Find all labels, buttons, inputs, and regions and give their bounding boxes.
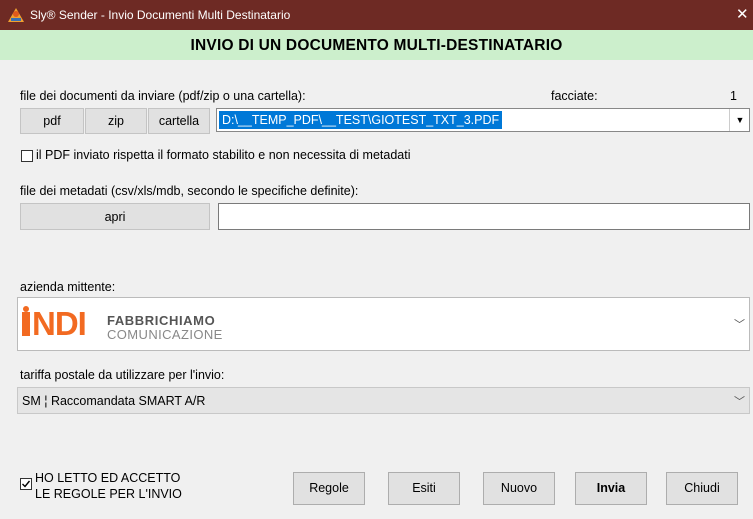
app-icon <box>8 8 24 22</box>
sender-logo: NDI FABBRICHIAMO COMUNICAZIONE <box>22 306 242 344</box>
accept-rules-line2: LE REGOLE PER L'INVIO <box>35 487 182 501</box>
results-button[interactable]: Esiti <box>388 472 460 505</box>
logo-main: NDI <box>32 305 87 342</box>
close-button[interactable]: Chiudi <box>666 472 738 505</box>
title-bar: Sly® Sender - Invio Documenti Multi Dest… <box>0 0 753 30</box>
pdf-button[interactable]: pdf <box>20 108 84 134</box>
new-button[interactable]: Nuovo <box>483 472 555 505</box>
documents-label: file dei documenti da inviare (pdf/zip o… <box>20 89 306 103</box>
document-path-combo[interactable]: D:\__TEMP_PDF\__TEST\GIOTEST_TXT_3.PDF ▼ <box>216 108 750 132</box>
pdf-format-label: il PDF inviato rispetta il formato stabi… <box>36 148 411 162</box>
logo-bar <box>22 312 30 336</box>
chevron-down-icon[interactable]: ﹀ <box>734 393 745 409</box>
document-path-value[interactable]: D:\__TEMP_PDF\__TEST\GIOTEST_TXT_3.PDF <box>219 111 503 129</box>
pages-label: facciate: <box>551 89 598 103</box>
accept-rules-checkbox[interactable] <box>20 478 32 490</box>
pages-value: 1 <box>730 89 737 103</box>
page-title: INVIO DI UN DOCUMENTO MULTI-DESTINATARIO <box>0 30 753 60</box>
tariff-select[interactable]: SM ¦ Raccomandata SMART A/R ﹀ <box>17 387 750 414</box>
chevron-down-icon[interactable]: ﹀ <box>734 316 745 332</box>
metadata-label: file dei metadati (csv/xls/mdb, secondo … <box>20 184 359 198</box>
folder-button[interactable]: cartella <box>148 108 210 134</box>
pdf-format-checkbox[interactable] <box>21 150 33 162</box>
tariff-selected: SM ¦ Raccomandata SMART A/R <box>22 394 206 408</box>
sender-label: azienda mittente: <box>20 280 116 294</box>
check-icon <box>22 480 31 488</box>
close-icon[interactable]: ✕ <box>736 5 749 23</box>
zip-button[interactable]: zip <box>85 108 147 134</box>
sender-combo[interactable]: NDI FABBRICHIAMO COMUNICAZIONE ﹀ <box>17 297 750 351</box>
metadata-path-field[interactable] <box>218 203 750 230</box>
logo-line2: COMUNICAZIONE <box>107 327 223 342</box>
rules-button[interactable]: Regole <box>293 472 365 505</box>
dropdown-arrow-icon[interactable]: ▼ <box>729 109 750 131</box>
accept-rules-line1: HO LETTO ED ACCETTO <box>35 471 181 485</box>
open-metadata-button[interactable]: apri <box>20 203 210 230</box>
logo-line1: FABBRICHIAMO <box>107 313 216 328</box>
tariff-label: tariffa postale da utilizzare per l'invi… <box>20 368 225 382</box>
logo-dot <box>23 306 29 312</box>
send-button[interactable]: Invia <box>575 472 647 505</box>
window-title: Sly® Sender - Invio Documenti Multi Dest… <box>30 8 291 22</box>
